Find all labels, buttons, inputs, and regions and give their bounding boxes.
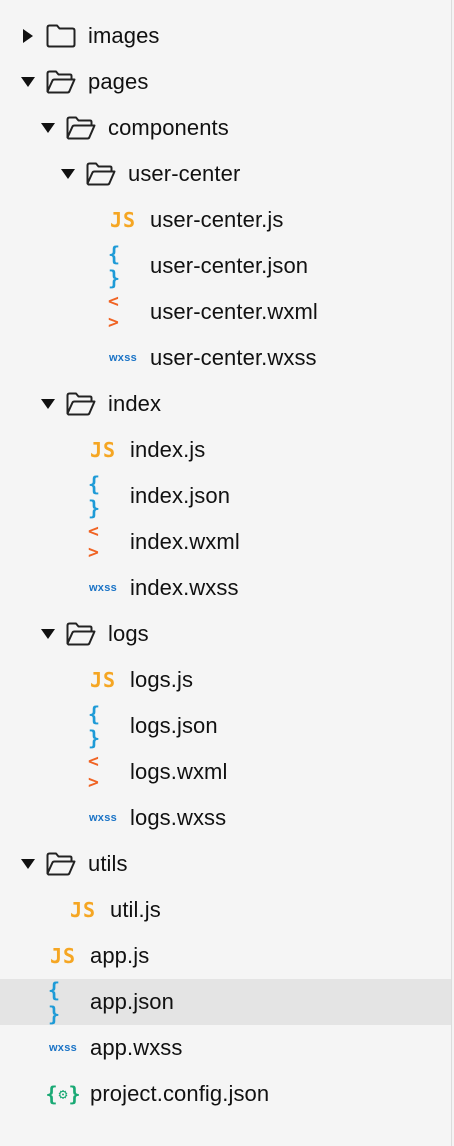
tree-item-label: app.wxss (90, 1035, 183, 1060)
tree-item-logs[interactable]: logs (0, 611, 451, 657)
tree-item-logs-wxss[interactable]: wxss logs.wxss (0, 795, 451, 841)
json-file-icon: { } (88, 702, 104, 750)
tree-item-label: logs.wxml (130, 759, 228, 784)
tree-item-label: index.json (130, 483, 231, 508)
tree-item-label: index.wxml (130, 529, 240, 554)
tree-item-label: pages (88, 69, 149, 94)
folder-open-icon (66, 619, 96, 649)
caret-down-icon[interactable] (38, 118, 58, 138)
tree-item-index-wxss[interactable]: wxss index.wxss (0, 565, 451, 611)
tree-item-label: user-center.wxss (150, 345, 317, 370)
caret-down-icon[interactable] (58, 164, 78, 184)
js-file-icon: JS (69, 898, 97, 922)
config-file-icon: {⚙} (45, 1079, 81, 1109)
tree-item-label: index.js (130, 437, 206, 462)
tree-item-label: user-center.js (150, 207, 284, 232)
tree-item-index[interactable]: index (0, 381, 451, 427)
tree-item-index-json[interactable]: { } index.json (0, 472, 451, 520)
tree-item-user-center-wxml[interactable]: < > user-center.wxml (0, 289, 451, 335)
tree-item-project-config-json[interactable]: {⚙} project.config.json (0, 1071, 451, 1117)
tree-item-logs-wxml[interactable]: < > logs.wxml (0, 749, 451, 795)
tree-item-components[interactable]: components (0, 105, 451, 151)
tree-item-app-js[interactable]: JS app.js (0, 933, 451, 979)
folder-icon (46, 21, 76, 51)
wxml-file-icon: < > (88, 521, 102, 563)
js-file-icon: JS (49, 944, 77, 968)
tree-item-user-center-wxss[interactable]: wxss user-center.wxss (0, 335, 451, 381)
wxss-file-icon: wxss (88, 582, 118, 594)
tree-item-label: logs.json (130, 713, 218, 738)
wxml-file-icon: < > (108, 291, 122, 333)
tree-item-label: user-center (128, 161, 241, 186)
tree-item-label: components (108, 115, 229, 140)
tree-item-logs-js[interactable]: JS logs.js (0, 657, 451, 703)
json-file-icon: { } (48, 978, 64, 1026)
caret-down-icon[interactable] (38, 394, 58, 414)
tree-item-label: logs.js (130, 667, 194, 692)
tree-item-app-wxss[interactable]: wxss app.wxss (0, 1025, 451, 1071)
json-file-icon: { } (88, 472, 104, 520)
caret-down-icon[interactable] (38, 624, 58, 644)
wxss-file-icon: wxss (88, 812, 118, 824)
tree-item-label: images (88, 23, 160, 48)
tree-item-logs-json[interactable]: { } logs.json (0, 702, 451, 750)
js-file-icon: JS (89, 668, 117, 692)
tree-item-label: app.json (90, 989, 174, 1014)
folder-open-icon (66, 113, 96, 143)
tree-item-label: user-center.wxml (150, 299, 318, 324)
file-tree: images pages components user-center JS u… (0, 0, 452, 1146)
tree-item-label: logs (108, 621, 149, 646)
config-icon-brace-close: } (68, 1082, 81, 1106)
folder-open-icon (86, 159, 116, 189)
wxss-file-icon: wxss (48, 1042, 78, 1054)
tree-item-label: app.js (90, 943, 150, 968)
tree-item-label: index (108, 391, 162, 416)
tree-item-util-js[interactable]: JS util.js (0, 887, 451, 933)
tree-item-index-js[interactable]: JS index.js (0, 427, 451, 473)
tree-item-app-json[interactable]: { } app.json (0, 978, 451, 1026)
tree-item-label: project.config.json (90, 1081, 270, 1106)
js-file-icon: JS (89, 438, 117, 462)
caret-right-icon[interactable] (18, 26, 38, 46)
tree-item-utils[interactable]: utils (0, 841, 451, 887)
tree-item-label: index.wxss (130, 575, 239, 600)
json-file-icon: { } (108, 242, 124, 290)
tree-item-label: logs.wxss (130, 805, 227, 830)
wxml-file-icon: < > (88, 751, 102, 793)
tree-item-user-center-js[interactable]: JS user-center.js (0, 197, 451, 243)
config-icon-brace-open: { (45, 1082, 58, 1106)
tree-item-images[interactable]: images (0, 13, 451, 59)
tree-item-user-center-json[interactable]: { } user-center.json (0, 242, 451, 290)
tree-item-label: user-center.json (150, 253, 309, 278)
caret-down-icon[interactable] (18, 854, 38, 874)
wxss-file-icon: wxss (108, 352, 138, 364)
gear-icon: ⚙ (58, 1085, 68, 1103)
folder-open-icon (66, 389, 96, 419)
js-file-icon: JS (109, 208, 137, 232)
tree-item-pages[interactable]: pages (0, 59, 451, 105)
caret-down-icon[interactable] (18, 72, 38, 92)
tree-item-label: utils (88, 851, 128, 876)
tree-item-label: util.js (110, 897, 161, 922)
folder-open-icon (46, 849, 76, 879)
folder-open-icon (46, 67, 76, 97)
tree-item-user-center[interactable]: user-center (0, 151, 451, 197)
tree-item-index-wxml[interactable]: < > index.wxml (0, 519, 451, 565)
